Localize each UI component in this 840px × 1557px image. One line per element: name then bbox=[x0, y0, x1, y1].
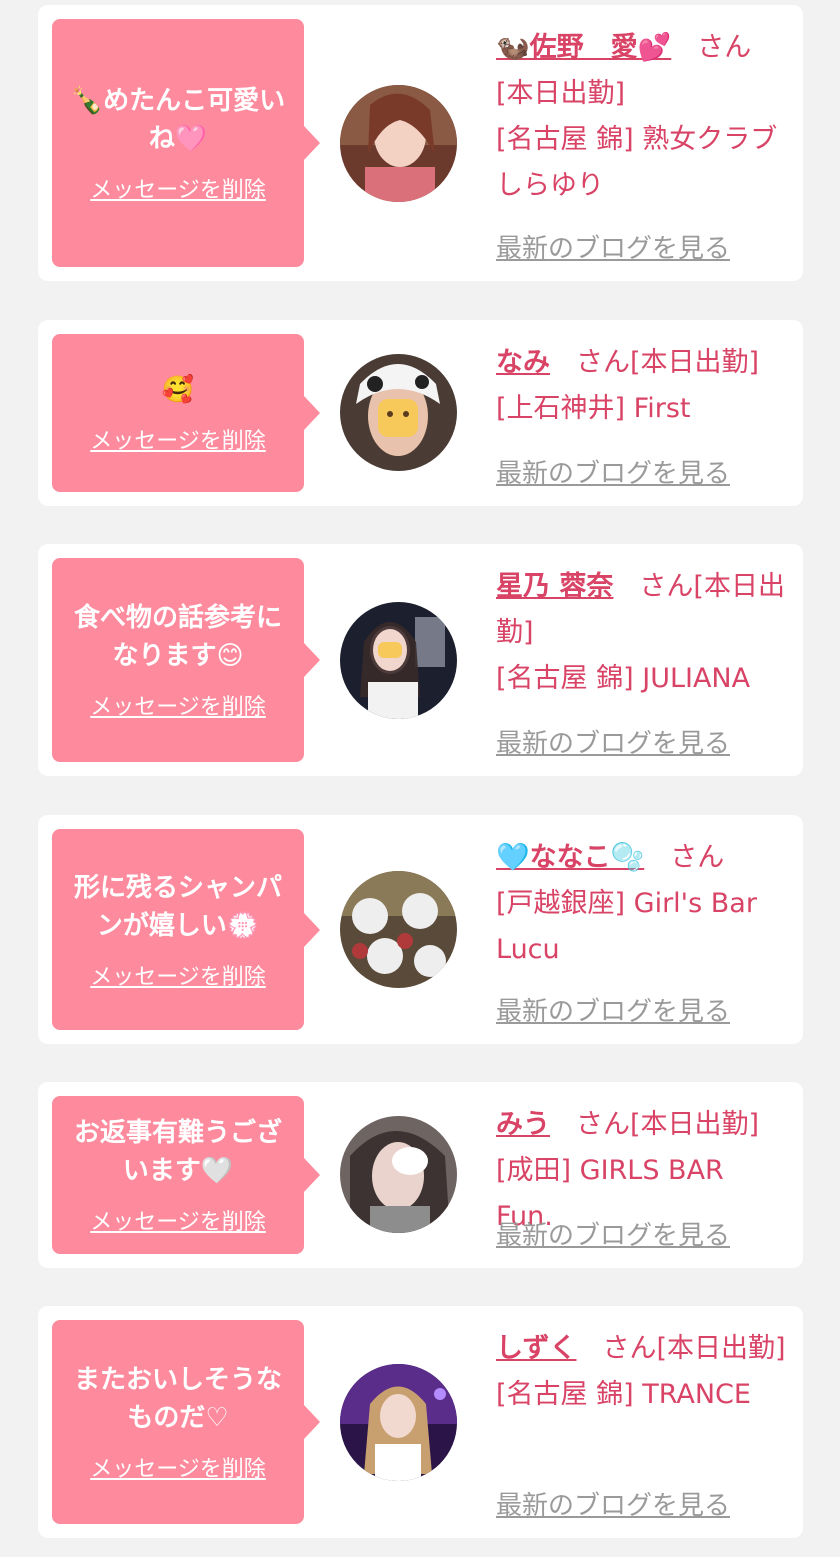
sender-name-link[interactable]: 🦦佐野 愛💕 bbox=[496, 32, 671, 63]
delete-message-link[interactable]: メッセージを削除 bbox=[90, 1204, 266, 1236]
message-card: 🍾めたんこ可愛いね🩷 メッセージを削除 🦦佐野 愛💕 さん [本日出勤] [名古屋… bbox=[38, 5, 803, 281]
sender-info: 🩵ななこ🫧 さん [戸越銀座] Girl's Bar Lucu bbox=[496, 835, 789, 973]
sender-info: 星乃 蓉奈 さん[本日出勤] [名古屋 錦] JULIANA bbox=[496, 564, 789, 702]
honorific: さん bbox=[639, 571, 694, 602]
message-text: 形に残るシャンパンが嬉しい💮 bbox=[73, 872, 282, 941]
work-status: [本日出勤] bbox=[656, 1333, 786, 1364]
sender-name-link[interactable]: なみ bbox=[496, 347, 550, 378]
avatar[interactable] bbox=[340, 85, 457, 202]
work-status: [本日出勤] bbox=[630, 1109, 760, 1140]
honorific: さん bbox=[602, 1333, 657, 1364]
delete-message-link[interactable]: メッセージを削除 bbox=[90, 689, 266, 721]
message-text: お返事有難うございます🤍 bbox=[73, 1118, 282, 1186]
message-text: 🍾めたんこ可愛いね🩷 bbox=[70, 86, 286, 154]
message-bubble: 食べ物の話参考になります😊 メッセージを削除 bbox=[52, 558, 320, 762]
message-bubble: 🍾めたんこ可愛いね🩷 メッセージを削除 bbox=[52, 19, 320, 267]
sender-name-link[interactable]: しずく bbox=[496, 1333, 576, 1364]
sender-info: 🦦佐野 愛💕 さん [本日出勤] [名古屋 錦] 熟女クラブしらゆり bbox=[496, 25, 789, 209]
delete-message-link[interactable]: メッセージを削除 bbox=[90, 1451, 266, 1483]
avatar[interactable] bbox=[340, 1116, 457, 1233]
message-card: お返事有難うございます🤍 メッセージを削除 みう さん[本日出勤] [成田] GI… bbox=[38, 1082, 803, 1268]
message-text: 食べ物の話参考になります😊 bbox=[73, 603, 282, 671]
message-card: 形に残るシャンパンが嬉しい💮 メッセージを削除 🩵ななこ🫧 さん [戸越銀座] G… bbox=[38, 815, 803, 1044]
honorific: さん bbox=[697, 32, 752, 63]
message-card: 🥰 メッセージを削除 なみ さん[本日出勤] [上石神井] First 最新のブロ… bbox=[38, 320, 803, 506]
latest-blog-link[interactable]: 最新のブログを見る bbox=[496, 991, 730, 1028]
shop-name: [戸越銀座] Girl's Bar Lucu bbox=[496, 888, 757, 965]
delete-message-link[interactable]: メッセージを削除 bbox=[90, 172, 266, 204]
shop-name: [名古屋 錦] 熟女クラブしらゆり bbox=[496, 124, 778, 201]
sender-info: しずく さん[本日出勤] [名古屋 錦] TRANCE bbox=[496, 1326, 789, 1418]
honorific: さん bbox=[670, 842, 725, 873]
message-bubble: またおいしそうなものだ♡ メッセージを削除 bbox=[52, 1320, 320, 1524]
honorific: さん bbox=[576, 347, 630, 378]
message-bubble: お返事有難うございます🤍 メッセージを削除 bbox=[52, 1096, 320, 1254]
message-card: 食べ物の話参考になります😊 メッセージを削除 星乃 蓉奈 さん[本日出勤] [名古… bbox=[38, 544, 803, 776]
latest-blog-link[interactable]: 最新のブログを見る bbox=[496, 723, 730, 760]
sender-name-link[interactable]: みう bbox=[496, 1109, 550, 1140]
message-bubble: 🥰 メッセージを削除 bbox=[52, 334, 320, 492]
latest-blog-link[interactable]: 最新のブログを見る bbox=[496, 228, 730, 265]
sender-name-link[interactable]: 🩵ななこ🫧 bbox=[496, 842, 644, 873]
message-bubble: 形に残るシャンパンが嬉しい💮 メッセージを削除 bbox=[52, 829, 320, 1030]
work-status: [本日出勤] bbox=[496, 78, 626, 109]
message-text: またおいしそうなものだ♡ bbox=[73, 1365, 282, 1433]
avatar[interactable] bbox=[340, 354, 457, 471]
delete-message-link[interactable]: メッセージを削除 bbox=[90, 423, 266, 455]
shop-name: [上石神井] First bbox=[496, 393, 691, 424]
message-card: またおいしそうなものだ♡ メッセージを削除 しずく さん[本日出勤] [名古屋 錦… bbox=[38, 1306, 803, 1538]
delete-message-link[interactable]: メッセージを削除 bbox=[90, 959, 266, 991]
message-feed: 🍾めたんこ可愛いね🩷 メッセージを削除 🦦佐野 愛💕 さん [本日出勤] [名古屋… bbox=[0, 0, 840, 1557]
avatar[interactable] bbox=[340, 1364, 457, 1481]
avatar[interactable] bbox=[340, 602, 457, 719]
latest-blog-link[interactable]: 最新のブログを見る bbox=[496, 1215, 730, 1252]
sender-info: なみ さん[本日出勤] [上石神井] First bbox=[496, 340, 789, 432]
latest-blog-link[interactable]: 最新のブログを見る bbox=[496, 453, 730, 490]
latest-blog-link[interactable]: 最新のブログを見る bbox=[496, 1485, 730, 1522]
shop-name: [名古屋 錦] TRANCE bbox=[496, 1379, 751, 1410]
sender-name-link[interactable]: 星乃 蓉奈 bbox=[496, 571, 613, 602]
shop-name: [名古屋 錦] JULIANA bbox=[496, 663, 751, 694]
work-status: [本日出勤] bbox=[630, 347, 760, 378]
avatar[interactable] bbox=[340, 871, 457, 988]
honorific: さん bbox=[576, 1109, 630, 1140]
message-text: 🥰 bbox=[161, 375, 195, 405]
